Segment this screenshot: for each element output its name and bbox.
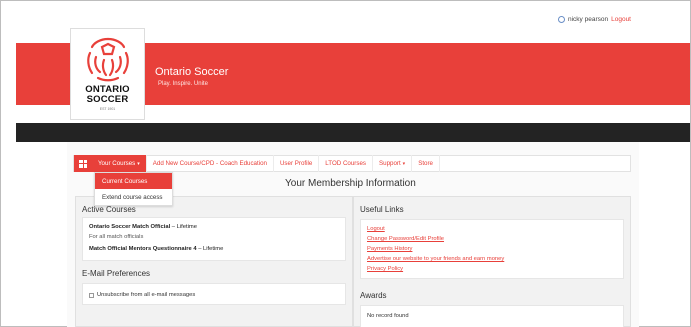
your-courses-dropdown: Current Courses Extend course access — [94, 172, 173, 206]
user-bar: nicky pearson Logout — [558, 16, 631, 23]
active-courses-card: Ontario Soccer Match Official – Lifetime… — [82, 217, 346, 261]
user-icon — [558, 16, 565, 23]
site-title[interactable]: Ontario Soccer — [155, 66, 228, 78]
email-preferences-heading: E-Mail Preferences — [82, 269, 151, 278]
course-term: – Lifetime — [196, 246, 224, 252]
nav-ltod-courses[interactable]: LTOD Courses — [319, 155, 373, 172]
unsubscribe-label: Unsubscribe from all e-mail messages — [97, 292, 196, 298]
user-name: nicky pearson — [568, 16, 609, 23]
course-row[interactable]: Ontario Soccer Match Official – Lifetime — [89, 224, 197, 230]
unsubscribe-row[interactable]: Unsubscribe from all e-mail messages — [89, 292, 195, 298]
nav-label: Support — [379, 160, 401, 167]
link-payments-history[interactable]: Payments History — [367, 246, 412, 252]
right-panel: Useful Links Logout Change Password/Edit… — [353, 196, 631, 327]
nav-your-courses[interactable]: Your Courses ▾ — [92, 155, 147, 172]
awards-empty-text: No record found — [367, 313, 409, 319]
link-logout[interactable]: Logout — [367, 226, 385, 232]
dropdown-extend-access[interactable]: Extend course access — [95, 189, 172, 205]
nav-store[interactable]: Store — [412, 155, 440, 172]
unsubscribe-checkbox[interactable] — [89, 292, 94, 298]
link-change-password[interactable]: Change Password/Edit Profile — [367, 236, 444, 242]
soccer-ball-logo-icon — [86, 37, 129, 82]
useful-links-heading: Useful Links — [360, 205, 404, 214]
left-panel: Active Courses Ontario Soccer Match Offi… — [75, 196, 353, 327]
link-advertise[interactable]: Advertise our website to your friends an… — [367, 256, 504, 262]
email-preferences-card: Unsubscribe from all e-mail messages — [82, 283, 346, 305]
awards-heading: Awards — [360, 291, 387, 300]
useful-links-card: Logout Change Password/Edit Profile Paym… — [360, 219, 624, 279]
link-privacy-policy[interactable]: Privacy Policy — [367, 266, 403, 272]
logo-est: EST 1901 — [99, 107, 116, 111]
course-term: – Lifetime — [170, 224, 197, 230]
logo-wordmark: ONTARIO SOCCER — [85, 85, 130, 105]
logo[interactable]: ONTARIO SOCCER EST 1901 — [70, 28, 145, 120]
nav-user-profile[interactable]: User Profile — [274, 155, 320, 172]
logo-line-2: SOCCER — [86, 94, 129, 105]
grid-icon — [79, 159, 87, 168]
course-name: Match Official Mentors Questionnaire 4 — [89, 246, 197, 252]
course-row[interactable]: Match Official Mentors Questionnaire 4 –… — [89, 246, 223, 252]
nav-label: Your Courses — [98, 160, 136, 167]
nav-support[interactable]: Support ▾ — [373, 155, 413, 172]
active-courses-heading: Active Courses — [82, 205, 136, 214]
awards-card: No record found — [360, 305, 624, 327]
top-logout-link[interactable]: Logout — [611, 16, 631, 23]
dark-strip — [16, 123, 690, 142]
course-subtitle: For all match officials — [89, 234, 144, 240]
dashboard-button[interactable] — [74, 155, 92, 172]
course-name: Ontario Soccer Match Official — [89, 224, 171, 230]
chevron-down-icon: ▾ — [402, 160, 406, 167]
nav-add-course[interactable]: Add New Course/CPD - Coach Education — [147, 155, 274, 172]
site-tagline: Play. Inspire. Unite — [158, 81, 208, 87]
page-title: Your Membership Information — [285, 178, 416, 189]
main-nav: Your Courses ▾ Add New Course/CPD - Coac… — [73, 155, 631, 172]
dropdown-current-courses[interactable]: Current Courses — [95, 173, 172, 189]
chevron-down-icon: ▾ — [137, 160, 140, 167]
